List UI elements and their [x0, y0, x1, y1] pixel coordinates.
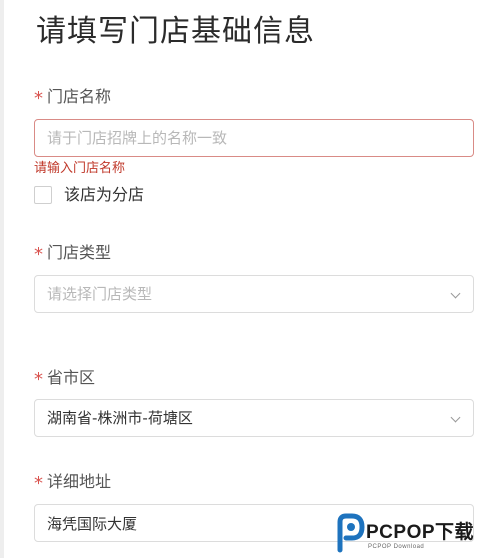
region-label-text: 省市区 — [47, 368, 96, 387]
store-name-label: * 门店名称 — [34, 86, 112, 109]
page-title: 请填写门店基础信息 — [36, 14, 315, 49]
required-mark: * — [34, 473, 43, 494]
pcpop-logo-icon — [337, 513, 365, 553]
store-name-error: 请输入门店名称 — [34, 161, 126, 176]
required-mark: * — [34, 88, 43, 109]
page-left-border — [0, 0, 4, 558]
watermark-subtext: PCPOP Download — [368, 544, 425, 550]
store-type-select[interactable]: 请选择门店类型 — [34, 275, 474, 313]
store-type-label-text: 门店类型 — [47, 243, 112, 262]
required-mark: * — [34, 369, 43, 390]
watermark: PCPOP下载 PCPOP Download — [334, 512, 480, 558]
branch-checkbox[interactable] — [34, 186, 52, 204]
region-label: * 省市区 — [34, 367, 96, 390]
address-label: * 详细地址 — [34, 471, 112, 494]
watermark-text: PCPOP下载 — [366, 522, 475, 543]
chevron-down-icon[interactable] — [450, 412, 461, 423]
branch-checkbox-label[interactable]: 该店为分店 — [64, 184, 144, 206]
address-label-text: 详细地址 — [47, 472, 112, 491]
store-type-placeholder: 请选择门店类型 — [47, 285, 153, 303]
store-name-field-box — [34, 119, 474, 157]
store-name-input[interactable] — [35, 120, 473, 156]
region-select[interactable]: 湖南省-株洲市-荷塘区 — [34, 399, 474, 437]
store-name-label-text: 门店名称 — [47, 87, 112, 106]
required-mark: * — [34, 244, 43, 265]
region-value: 湖南省-株洲市-荷塘区 — [47, 409, 193, 427]
chevron-down-icon[interactable] — [450, 288, 461, 299]
store-type-label: * 门店类型 — [34, 242, 112, 265]
